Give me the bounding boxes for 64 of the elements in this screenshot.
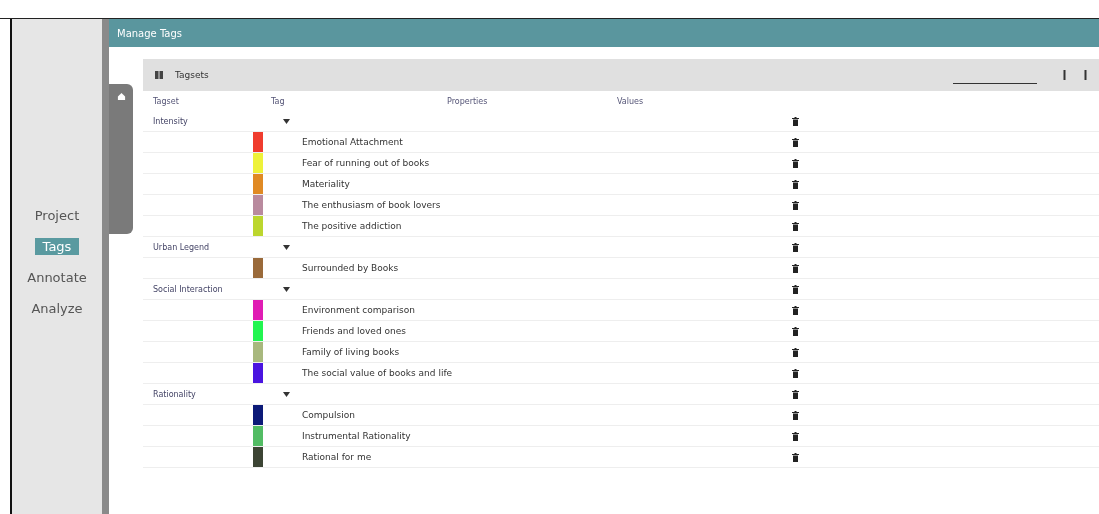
trash-icon[interactable] (792, 263, 799, 273)
trash-icon[interactable] (792, 452, 799, 462)
caret-icon[interactable] (283, 244, 290, 250)
trash-icon[interactable] (792, 158, 799, 168)
column-header[interactable]: Tagset (143, 96, 271, 106)
trash-icon[interactable] (792, 410, 799, 420)
column-header[interactable]: Values (617, 96, 717, 106)
caret-icon[interactable] (283, 391, 290, 397)
tag-name: Environment comparison (302, 305, 416, 315)
trash-icon[interactable] (792, 368, 799, 378)
tag-name: Surrounded by Books (302, 263, 400, 273)
color-swatch[interactable] (253, 363, 263, 383)
toolbar-title: Tagsets (175, 70, 209, 80)
trash-icon[interactable] (792, 431, 799, 441)
tag-name: Fear of running out of books (302, 158, 431, 168)
tag-name: Rational for me (302, 452, 373, 462)
trash-icon[interactable] (792, 389, 799, 399)
caret-icon[interactable] (283, 118, 290, 124)
tag-name: Instrumental Rationality (302, 431, 412, 441)
color-swatch[interactable] (253, 300, 263, 320)
color-swatch[interactable] (253, 447, 263, 467)
tag-name: The enthusiasm of book lovers (302, 200, 442, 210)
home-icon (116, 92, 126, 101)
color-swatch[interactable] (253, 195, 263, 215)
nav-item[interactable]: Analyze (23, 300, 91, 317)
nav-item[interactable]: Project (26, 207, 88, 224)
trash-icon[interactable] (792, 137, 799, 147)
trash-icon[interactable] (792, 179, 799, 189)
trash-icon[interactable] (792, 284, 799, 294)
tagset-name: Rationality (152, 389, 197, 399)
color-swatch[interactable] (253, 174, 263, 194)
trash-icon[interactable] (792, 221, 799, 231)
color-swatch[interactable] (253, 132, 263, 152)
color-swatch[interactable] (253, 342, 263, 362)
color-swatch[interactable] (253, 405, 263, 425)
more-icon[interactable] (1084, 70, 1087, 80)
tag-name: The social value of books and life (302, 368, 454, 378)
color-swatch[interactable] (253, 321, 263, 341)
tagset-name: Intensity (152, 116, 189, 126)
trash-icon[interactable] (792, 347, 799, 357)
trash-icon[interactable] (792, 305, 799, 315)
more-icon[interactable] (1063, 70, 1066, 80)
trash-icon[interactable] (792, 326, 799, 336)
tag-name: Emotional Attachment (302, 137, 404, 147)
color-swatch[interactable] (253, 426, 263, 446)
grid-icon (155, 71, 163, 79)
column-header[interactable]: Properties (447, 96, 617, 106)
color-swatch[interactable] (253, 258, 263, 278)
tag-name: Materiality (302, 179, 351, 189)
page-title: Manage Tags (117, 27, 183, 39)
tag-name: Compulsion (302, 410, 356, 420)
trash-icon[interactable] (792, 200, 799, 210)
tag-name: The positive addiction (302, 221, 403, 231)
tagset-name: Urban Legend (152, 242, 211, 252)
trash-icon[interactable] (792, 116, 799, 126)
nav-item[interactable]: Annotate (19, 269, 95, 286)
tagset-name: Social Interaction (152, 284, 224, 294)
caret-icon[interactable] (283, 286, 290, 292)
column-header[interactable]: Tag (271, 96, 447, 106)
color-swatch[interactable] (253, 216, 263, 236)
trash-icon[interactable] (792, 242, 799, 252)
tag-name: Family of living books (302, 347, 401, 357)
color-swatch[interactable] (253, 153, 263, 173)
tag-name: Friends and loved ones (302, 326, 407, 336)
